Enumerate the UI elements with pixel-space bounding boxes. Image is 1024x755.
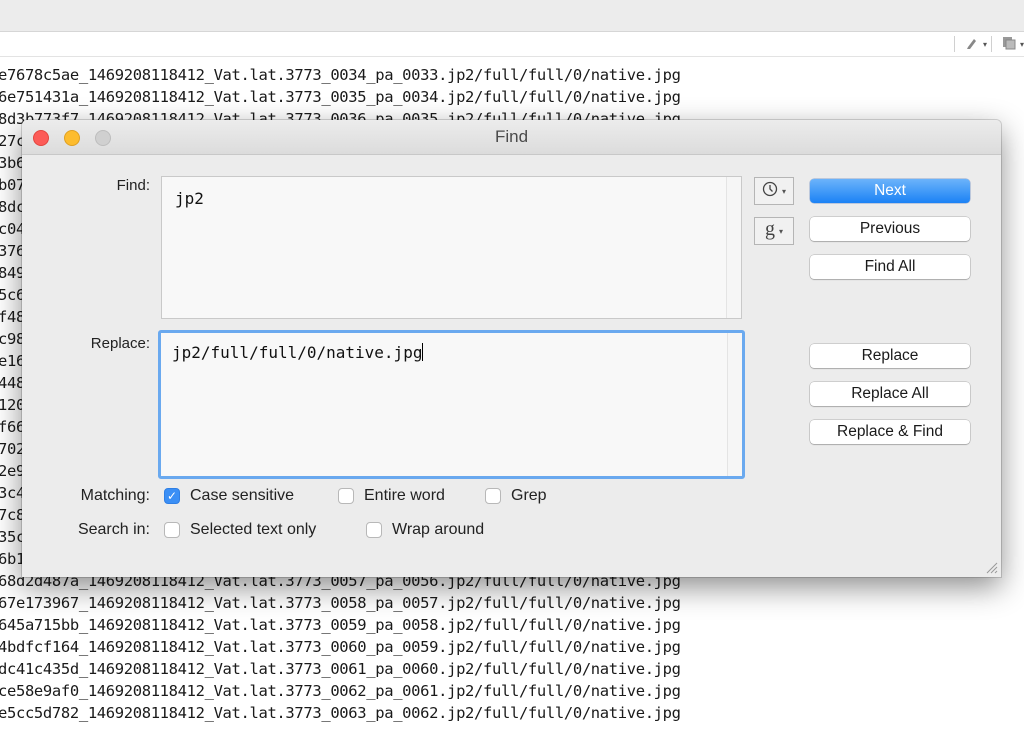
replace-input[interactable]: jp2/full/full/0/native.jpg (158, 330, 745, 479)
dialog-title: Find (494, 127, 529, 146)
entire-word-option[interactable]: Entire word (338, 487, 445, 505)
selected-text-only-checkbox[interactable] (164, 522, 180, 538)
replace-all-button[interactable]: Replace All (810, 382, 970, 406)
selected-text-only-label: Selected text only (190, 521, 317, 538)
entire-word-label: Entire word (364, 487, 445, 504)
replace-button[interactable]: Replace (810, 344, 970, 368)
grep-option[interactable]: Grep (485, 487, 547, 505)
editor-line: 67e173967_1469208118412_Vat.lat.3773_005… (0, 594, 681, 612)
find-input[interactable]: jp2 (161, 176, 742, 319)
next-button[interactable]: Next (810, 179, 970, 203)
nav-tools: ▾ ▾ (953, 35, 1024, 53)
clock-icon (762, 181, 778, 202)
replace-and-find-button[interactable]: Replace & Find (810, 420, 970, 444)
find-all-button[interactable]: Find All (810, 255, 970, 279)
selected-text-only-option[interactable]: Selected text only (164, 521, 316, 539)
search-in-label: Search in: (77, 521, 150, 538)
chevron-down-icon[interactable]: ▾ (1020, 40, 1024, 49)
editor-line: dc41c435d_1469208118412_Vat.lat.3773_006… (0, 660, 681, 678)
divider (953, 36, 955, 52)
scrollbar[interactable] (727, 333, 742, 476)
wrap-around-checkbox[interactable] (366, 522, 382, 538)
replace-input-value: jp2/full/full/0/native.jpg (172, 343, 423, 362)
previous-button[interactable]: Previous (810, 217, 970, 241)
navigation-bar: ▾ ▾ (0, 32, 1024, 57)
editor-line: 4bdfcf164_1469208118412_Vat.lat.3773_006… (0, 638, 681, 656)
editor-line: 6e751431a_1469208118412_Vat.lat.3773_003… (0, 88, 681, 106)
find-input-value: jp2 (175, 189, 204, 208)
grep-checkbox[interactable] (485, 488, 501, 504)
divider (990, 36, 992, 52)
wrap-around-label: Wrap around (392, 521, 485, 538)
editor-line: ce58e9af0_1469208118412_Vat.lat.3773_006… (0, 682, 681, 700)
matching-label: Matching: (80, 487, 150, 504)
replace-label: Replace: (90, 335, 150, 352)
scrollbar[interactable] (726, 177, 741, 318)
window-toolbar (0, 0, 1024, 32)
editor-line: e7678c5ae_1469208118412_Vat.lat.3773_003… (0, 66, 681, 84)
resize-grip-icon[interactable] (984, 560, 998, 574)
grep-icon: g (764, 218, 775, 240)
case-sensitive-label: Case sensitive (190, 487, 295, 504)
editor-line: 645a715bb_1469208118412_Vat.lat.3773_005… (0, 616, 681, 634)
chevron-down-icon: ▾ (781, 186, 786, 196)
chevron-down-icon: ▾ (778, 226, 783, 236)
text-caret (422, 343, 424, 361)
chevron-down-icon[interactable]: ▾ (983, 40, 987, 49)
editor-line: e5cc5d782_1469208118412_Vat.lat.3773_006… (0, 704, 681, 722)
pen-icon[interactable] (965, 36, 979, 53)
search-history-button[interactable]: ▾ (754, 177, 794, 205)
grep-patterns-button[interactable]: g ▾ (754, 217, 794, 245)
grep-label: Grep (511, 487, 547, 504)
case-sensitive-option[interactable]: ✓ Case sensitive (164, 487, 294, 505)
find-dialog: Find Find: jp2 Replace: jp2/full/full/0/… (22, 120, 1001, 577)
find-label: Find: (116, 177, 150, 194)
entire-word-checkbox[interactable] (338, 488, 354, 504)
wrap-around-option[interactable]: Wrap around (366, 521, 484, 539)
dialog-titlebar: Find (22, 120, 1001, 155)
case-sensitive-checkbox[interactable]: ✓ (164, 488, 180, 504)
document-icon[interactable] (1002, 36, 1016, 53)
